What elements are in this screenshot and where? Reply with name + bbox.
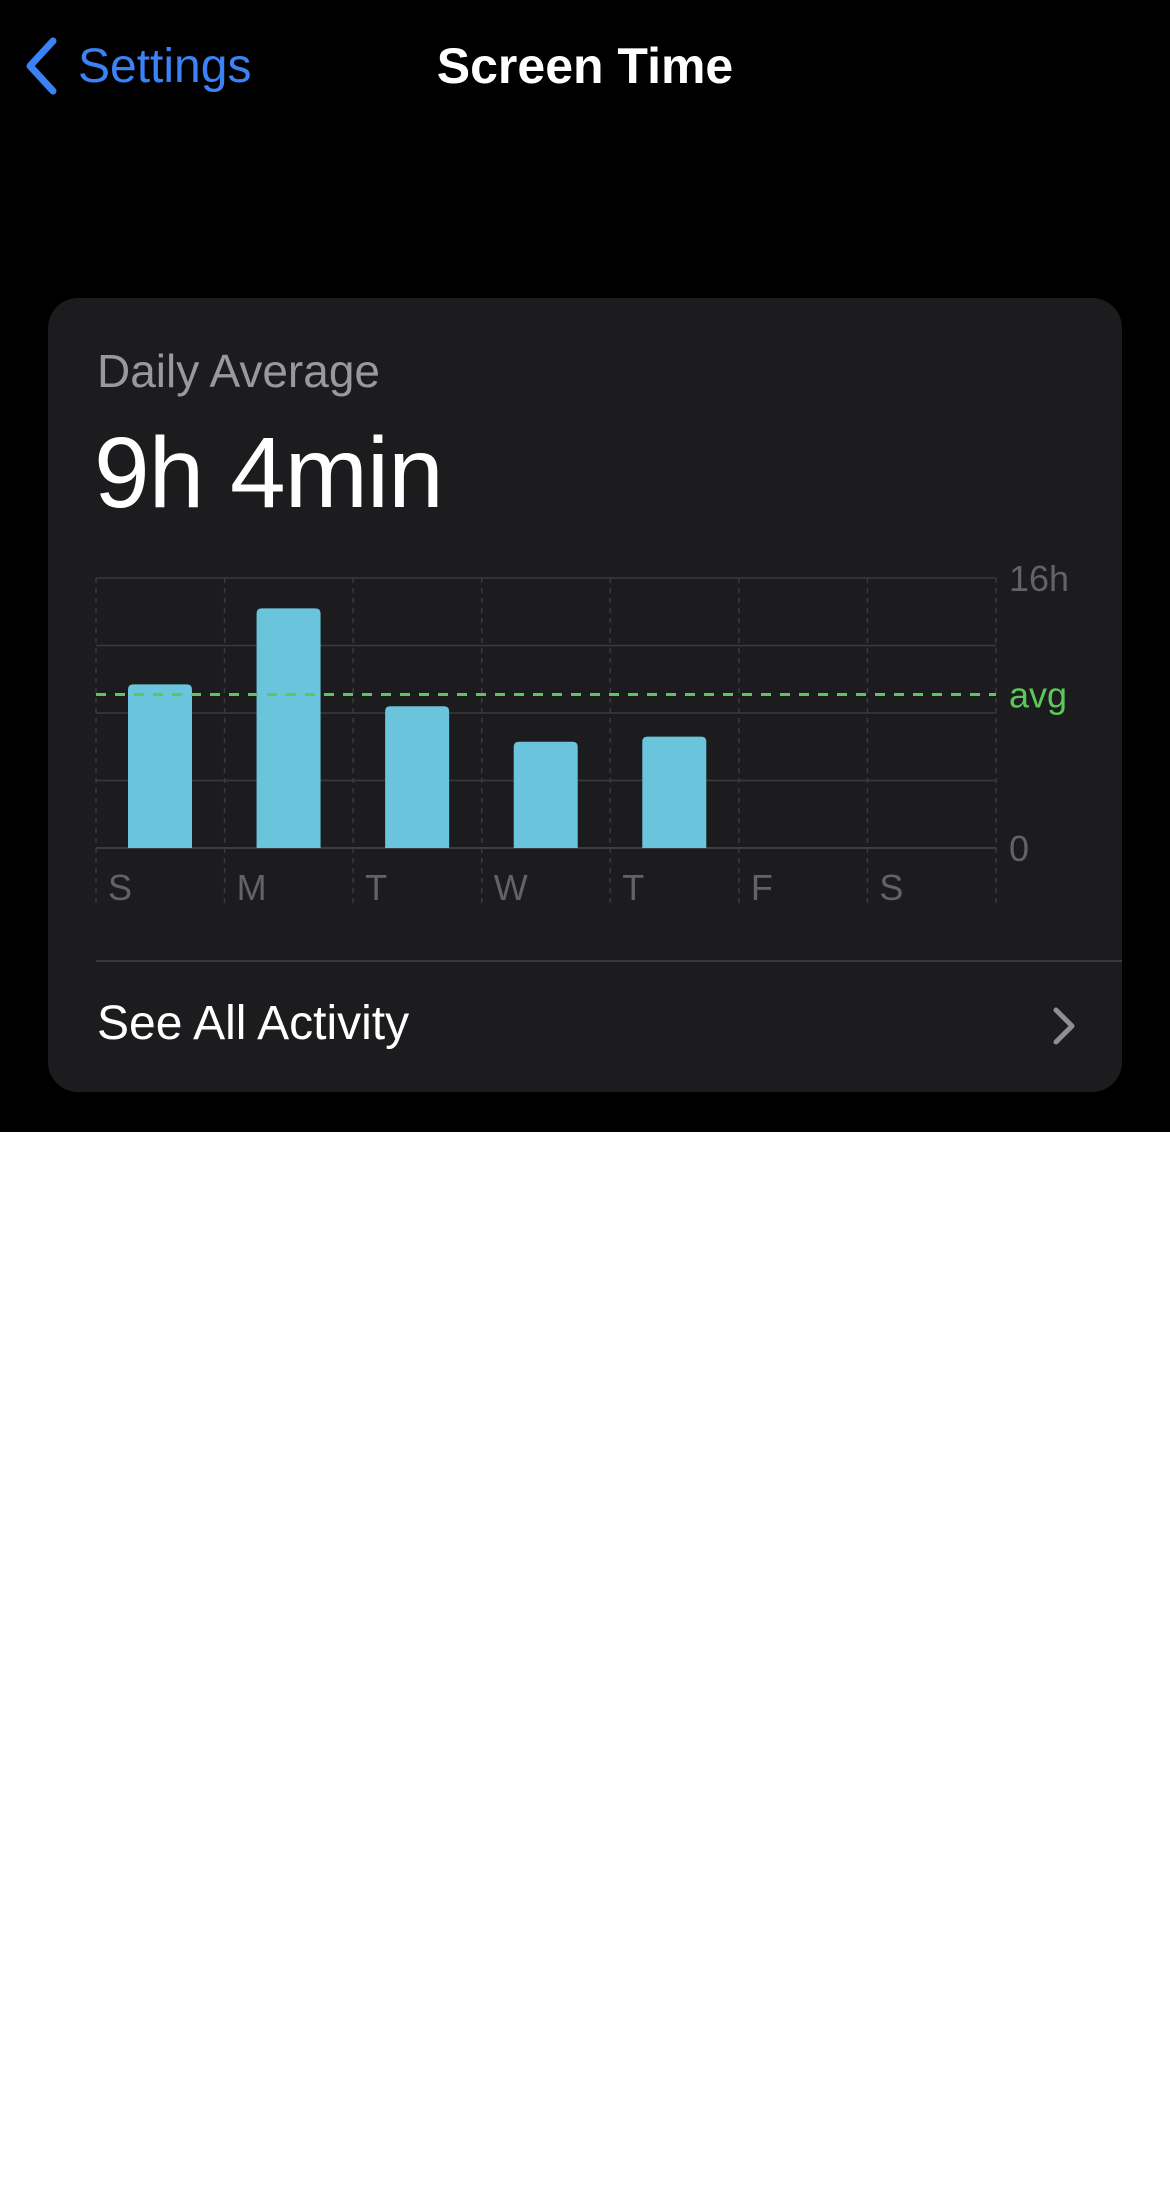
see-all-activity-row[interactable]: See All Activity [48,962,1122,1092]
x-tick-label-6: S [879,867,903,908]
usage-bar-chart[interactable]: avg 16h 0 S M T W T F S [48,298,1122,960]
x-tick-label-4: T [622,867,644,908]
x-tick-label-5: F [751,867,773,908]
bar-4 [642,736,707,848]
y-tick-label-min: 0 [1009,828,1029,869]
bar-3 [513,741,578,848]
chevron-right-icon [1052,1006,1076,1046]
bar-1 [256,608,321,848]
see-all-activity-label: See All Activity [97,997,410,1050]
bar-2 [385,706,450,848]
daily-average-card: Daily Average 9h 4min avg 16h 0 S M T W T F S See… [48,298,1122,1092]
average-label: avg [1009,674,1067,715]
page-title: Screen Time [436,38,734,94]
bar-0 [128,684,192,848]
x-tick-label-3: W [494,867,528,908]
navigation-bar: Settings Screen Time [0,0,1170,132]
screen-time-screen: Settings Screen Time Daily Average 9h 4m… [0,0,1170,1132]
y-tick-label-max: 16h [1009,558,1069,599]
x-tick-label-2: T [365,867,387,908]
x-tick-label-0: S [108,867,132,908]
x-tick-label-1: M [237,867,267,908]
